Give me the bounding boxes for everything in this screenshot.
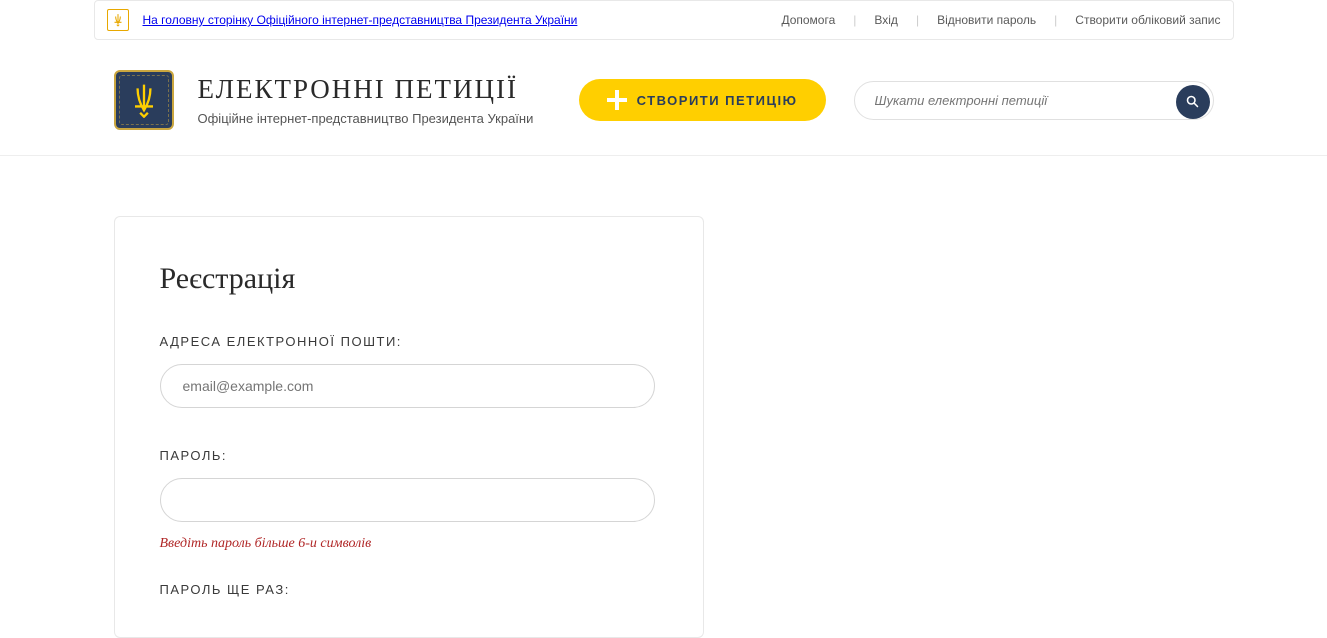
login-link[interactable]: Вхід <box>874 13 898 27</box>
registration-card: Реєстрація АДРЕСА ЕЛЕКТРОННОЇ ПОШТИ: ПАР… <box>114 216 704 638</box>
separator: | <box>853 13 856 27</box>
site-title-block: ЕЛЕКТРОННІ ПЕТИЦІЇ Офіційне інтернет-пре… <box>198 74 534 126</box>
create-account-link[interactable]: Створити обліковий запис <box>1075 13 1220 27</box>
site-emblem-icon <box>114 70 174 130</box>
password-repeat-label: ПАРОЛЬ ЩЕ РАЗ: <box>160 582 658 597</box>
email-label: АДРЕСА ЕЛЕКТРОННОЇ ПОШТИ: <box>160 334 658 349</box>
header-divider <box>0 155 1327 156</box>
topbar-right-nav: Допомога | Вхід | Відновити пароль | Ств… <box>781 13 1220 27</box>
separator: | <box>916 13 919 27</box>
help-link[interactable]: Допомога <box>781 13 835 27</box>
password-field[interactable] <box>160 478 655 522</box>
top-bar: На головну сторінку Офіційного інтернет-… <box>94 0 1234 40</box>
search-button[interactable] <box>1176 85 1210 119</box>
site-header: ЕЛЕКТРОННІ ПЕТИЦІЇ Офіційне інтернет-пре… <box>114 40 1214 155</box>
form-title: Реєстрація <box>160 262 658 296</box>
search-input[interactable] <box>854 81 1214 120</box>
site-title: ЕЛЕКТРОННІ ПЕТИЦІЇ <box>198 74 534 105</box>
site-subtitle: Офіційне інтернет-представництво Президе… <box>198 111 534 126</box>
password-repeat-group: ПАРОЛЬ ЩЕ РАЗ: <box>160 582 658 597</box>
password-error: Введіть пароль більше 6-и символів <box>160 536 658 552</box>
password-label: ПАРОЛЬ: <box>160 448 658 463</box>
create-petition-button[interactable]: СТВОРИТИ ПЕТИЦІЮ <box>579 79 826 121</box>
search-icon <box>1185 94 1200 109</box>
plus-icon <box>607 90 627 110</box>
topbar-emblem-icon <box>107 9 129 31</box>
home-link[interactable]: На головну сторінку Офіційного інтернет-… <box>143 13 782 27</box>
email-field[interactable] <box>160 364 655 408</box>
separator: | <box>1054 13 1057 27</box>
email-group: АДРЕСА ЕЛЕКТРОННОЇ ПОШТИ: <box>160 334 658 418</box>
password-group: ПАРОЛЬ: Введіть пароль більше 6-и символ… <box>160 448 658 552</box>
search-container <box>854 81 1214 120</box>
restore-password-link[interactable]: Відновити пароль <box>937 13 1036 27</box>
create-petition-label: СТВОРИТИ ПЕТИЦІЮ <box>637 93 798 108</box>
